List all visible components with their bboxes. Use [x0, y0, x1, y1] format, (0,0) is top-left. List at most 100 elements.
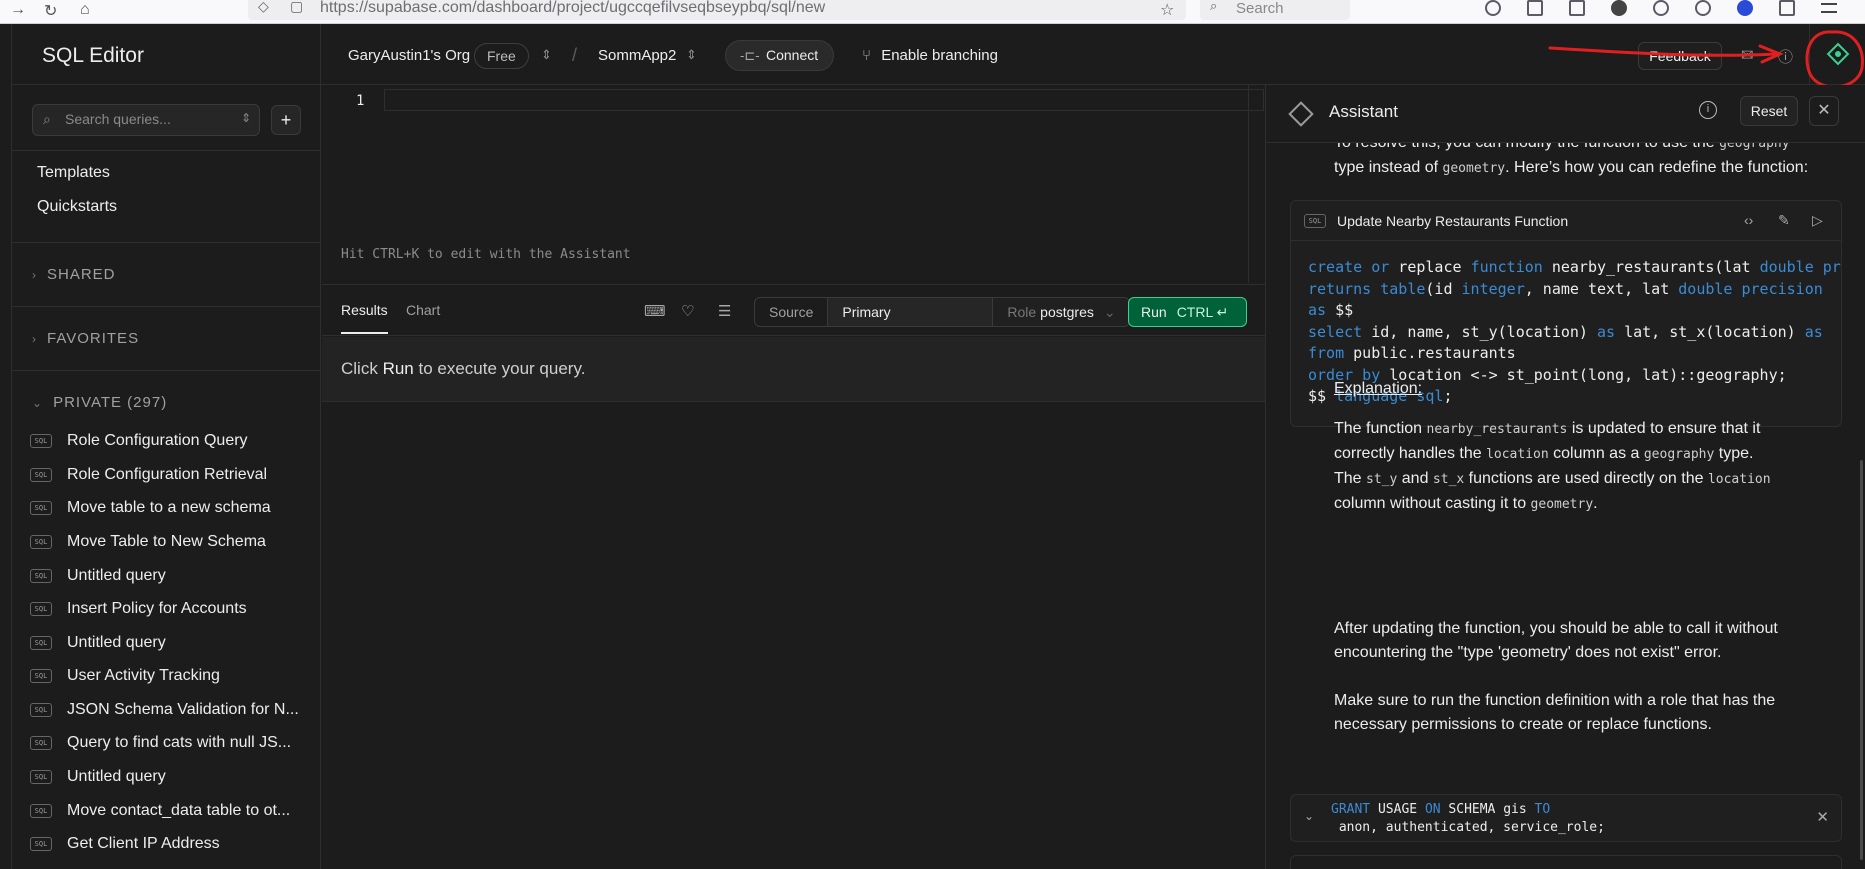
query-item[interactable]: SQL Insert Policy for Accounts	[30, 597, 320, 621]
query-item[interactable]: SQL Query to find cats with null JS...	[30, 731, 320, 755]
assistant-scrollbar[interactable]	[1860, 460, 1863, 860]
query-item[interactable]: SQL Untitled query	[30, 631, 320, 655]
account-icon[interactable]	[1737, 0, 1753, 16]
section-private[interactable]: ⌄ PRIVATE (297)	[32, 394, 167, 411]
query-item[interactable]: SQL Untitled query	[30, 564, 320, 588]
assistant-title: Assistant	[1329, 102, 1398, 121]
browser-search-placeholder: Search	[1236, 0, 1284, 17]
bookmark-star-icon[interactable]: ☆	[1160, 0, 1174, 20]
download-icon[interactable]	[1695, 0, 1711, 16]
chevron-down-icon[interactable]: ⌄	[1304, 809, 1314, 823]
sql-file-icon: SQL	[30, 535, 52, 549]
sql-file-icon: SQL	[30, 468, 52, 482]
query-item[interactable]: SQL Get Client IP Address	[30, 832, 320, 856]
header-divider-2	[1809, 24, 1810, 85]
database-select[interactable]: Primary Database⌄	[828, 298, 994, 326]
sql-editor[interactable]: 1 Hit CTRL+K to edit with the Assistant	[322, 85, 1265, 285]
search-queries-input[interactable]	[65, 111, 235, 127]
search-icon: ⌕	[1210, 0, 1218, 13]
query-item[interactable]: SQL Move Table to New Schema	[30, 530, 320, 554]
extensions-puzzle-icon[interactable]	[1779, 0, 1795, 16]
tab-results[interactable]: Results	[341, 302, 388, 334]
forward-icon[interactable]: →	[10, 1, 26, 19]
extension-g-icon[interactable]	[1611, 0, 1627, 16]
sql-file-icon: SQL	[30, 669, 52, 683]
query-item[interactable]: SQL Move contact_data table to ot...	[30, 799, 320, 823]
connect-button[interactable]: -⊏- Connect	[725, 40, 834, 71]
inbox-icon[interactable]: ✉	[1741, 46, 1754, 64]
reload-icon[interactable]: ↻	[44, 1, 57, 21]
play-icon[interactable]: ▷	[1812, 212, 1823, 229]
home-icon[interactable]: ⌂	[80, 1, 90, 19]
tab-chart[interactable]: Chart	[406, 302, 440, 318]
sql-file-icon: SQL	[30, 636, 52, 650]
code-block-header: SQL Update Nearby Restaurants Function ‹…	[1291, 201, 1841, 241]
chevron-right-icon: ›	[32, 268, 37, 282]
reset-button[interactable]: Reset	[1740, 96, 1798, 126]
nav-rail	[0, 24, 12, 869]
assistant-panel: Assistant i Reset ✕ To resolve this, you…	[1265, 85, 1865, 869]
query-item[interactable]: SQL User Activity Tracking	[30, 664, 320, 688]
keyboard-icon[interactable]: ⌨	[644, 302, 666, 320]
section-favorites[interactable]: › FAVORITES	[32, 330, 139, 347]
sql-file-icon: SQL	[30, 736, 52, 750]
results-panel: Click Run to execute your query.	[322, 337, 1265, 402]
new-query-button[interactable]: +	[271, 105, 301, 135]
org-selector[interactable]: GaryAustin1's Org	[348, 47, 470, 64]
close-icon[interactable]: ✕	[1816, 808, 1829, 826]
pocket-icon[interactable]	[1485, 0, 1501, 16]
assistant-header: Assistant i Reset ✕	[1266, 85, 1865, 143]
format-align-icon[interactable]: ☰	[718, 302, 731, 320]
sql-file-icon: SQL	[30, 804, 52, 818]
sql-file-icon: SQL	[30, 569, 52, 583]
help-icon[interactable]: ⓘ	[1778, 46, 1793, 67]
code-block-title: Update Nearby Restaurants Function	[1337, 213, 1569, 229]
role-select[interactable]: Role postgres ⌄	[993, 298, 1130, 326]
sql-file-icon: SQL	[30, 434, 52, 448]
menu-icon[interactable]	[1821, 3, 1837, 13]
run-button[interactable]: Run CTRL ↵	[1128, 297, 1247, 327]
edit-icon[interactable]: ✎	[1778, 212, 1790, 229]
favorite-heart-icon[interactable]: ♡	[681, 302, 694, 320]
query-item[interactable]: SQL JSON Schema Validation for N...	[30, 698, 320, 722]
editor-hint: Hit CTRL+K to edit with the Assistant	[341, 247, 631, 262]
grant-snippet[interactable]: ⌄ GRANT USAGE ON SCHEMA gis TO anon, aut…	[1290, 794, 1842, 842]
role-label: Role	[1007, 304, 1037, 320]
extension-icon[interactable]	[1653, 0, 1669, 16]
header-divider	[320, 24, 321, 85]
enable-branching-button[interactable]: ⑂ Enable branching	[862, 47, 998, 64]
chevron-down-icon: ⌄	[1103, 304, 1116, 320]
chevron-right-icon: ›	[32, 332, 37, 346]
sql-file-icon: SQL	[30, 501, 52, 515]
org-switch-chevron-icon[interactable]: ⇕	[541, 47, 552, 63]
section-shared[interactable]: › SHARED	[32, 266, 116, 283]
plan-badge: Free	[474, 43, 529, 69]
browser-search[interactable]: ⌕ Search	[1200, 0, 1350, 20]
query-item[interactable]: SQL Role Configuration Retrieval	[30, 463, 320, 487]
explanation-paragraph: The function nearby_restaurants is updat…	[1334, 420, 1771, 512]
feedback-button[interactable]: Feedback	[1638, 42, 1722, 70]
info-icon[interactable]: i	[1699, 101, 1717, 119]
query-item[interactable]: SQL Move table to a new schema	[30, 496, 320, 520]
search-queries-box[interactable]: ⌕ ⇕	[32, 104, 260, 136]
sidebar-divider	[12, 370, 320, 371]
run-shortcut: CTRL ↵	[1176, 304, 1229, 320]
project-switch-chevron-icon[interactable]: ⇕	[686, 47, 697, 63]
chevron-down-icon: ⌄	[32, 396, 44, 410]
reader-icon[interactable]	[1569, 0, 1585, 16]
project-selector[interactable]: SommApp2	[598, 47, 676, 64]
connect-label: Connect	[766, 47, 819, 63]
library-icon[interactable]	[1527, 0, 1543, 16]
sort-chevron-icon[interactable]: ⇕	[241, 111, 251, 125]
close-assistant-button[interactable]: ✕	[1809, 96, 1839, 126]
sidebar-link-templates[interactable]: Templates	[37, 164, 110, 182]
code-icon[interactable]: ‹›	[1744, 212, 1753, 228]
results-empty-message: Click Run to execute your query.	[341, 359, 586, 378]
sql-sidebar: ⌕ ⇕ + Templates Quickstarts ›SHARED ›FAV…	[12, 85, 321, 869]
sql-file-icon: SQL	[30, 770, 52, 784]
query-item[interactable]: SQL Untitled query	[30, 765, 320, 789]
sidebar-link-quickstarts[interactable]: Quickstarts	[37, 198, 117, 216]
source-label: Source	[755, 298, 829, 326]
browser-toolbar: → ↻ ⌂ ◇ ▢ https://supabase.com/dashboard…	[0, 0, 1865, 24]
query-item[interactable]: SQL Role Configuration Query	[30, 429, 320, 453]
